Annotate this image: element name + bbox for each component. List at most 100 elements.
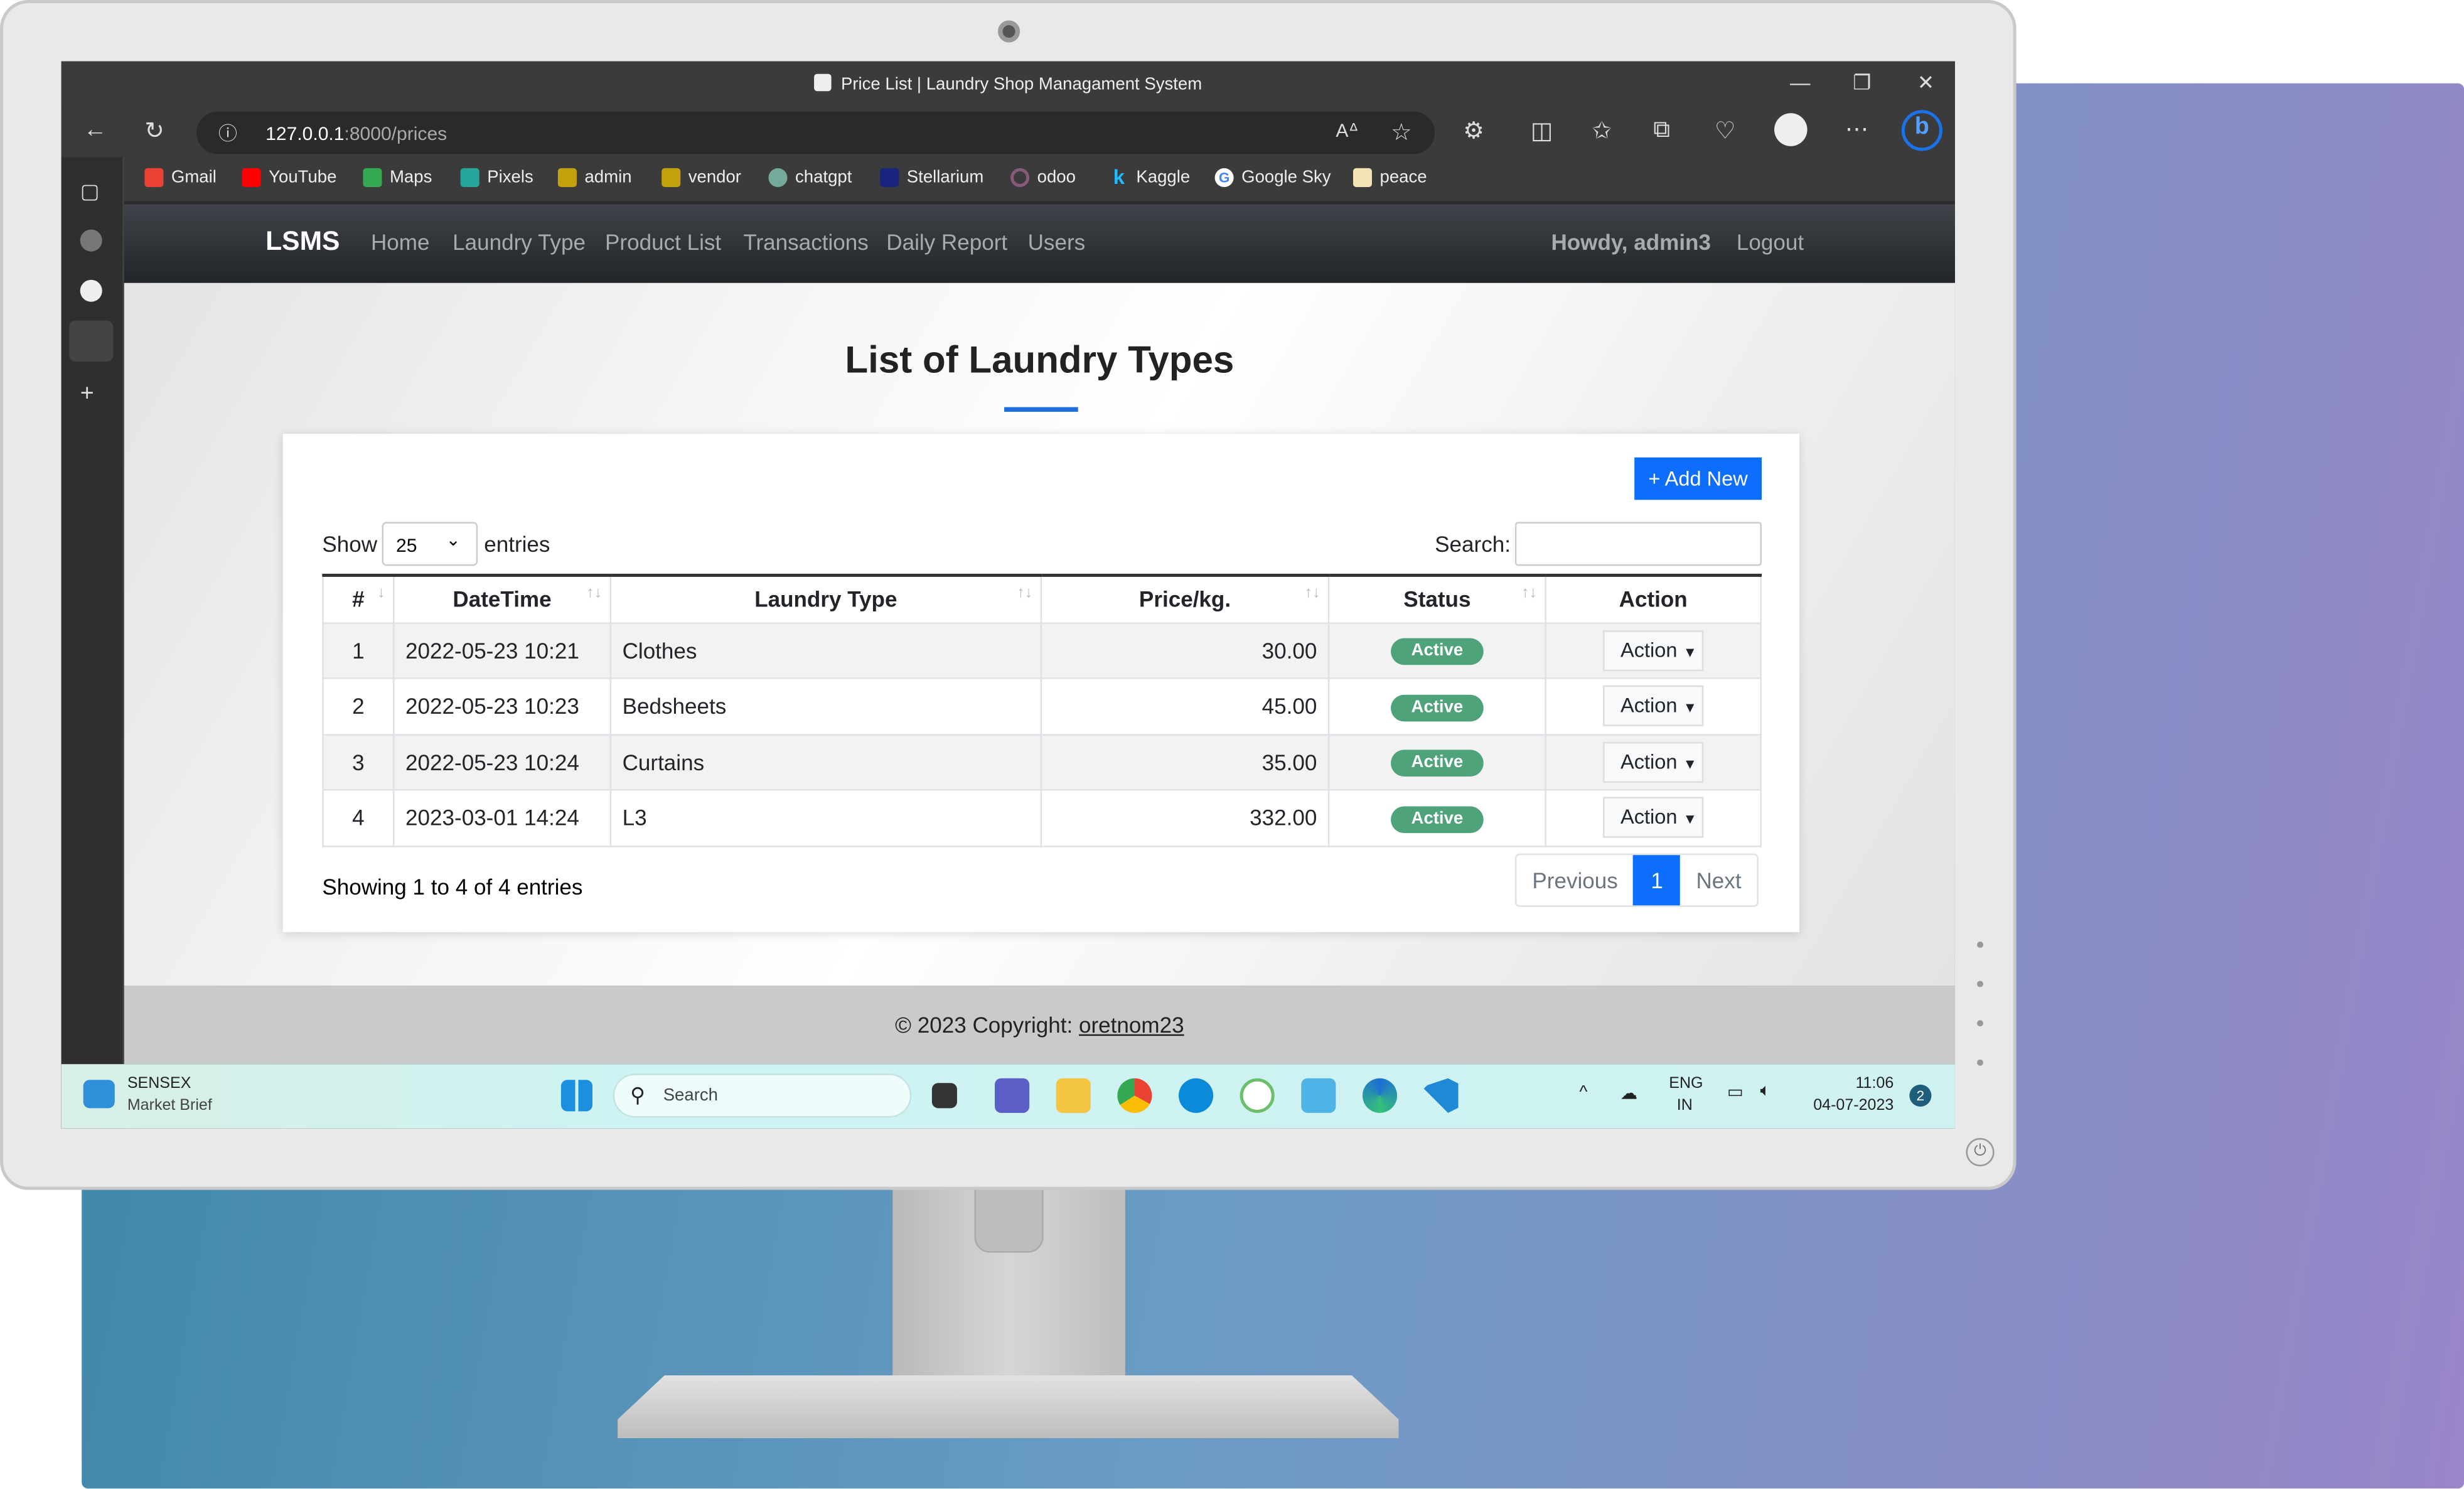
page-1-button[interactable]: 1: [1633, 855, 1681, 906]
tab-title: Price List | Laundry Shop Managament Sys…: [840, 75, 1203, 95]
back-icon[interactable]: ←: [83, 116, 107, 143]
action-dropdown-button[interactable]: Action ▼: [1603, 685, 1704, 727]
split-screen-icon[interactable]: ◫: [1531, 116, 1553, 145]
bookmark-odoo[interactable]: odoo: [1010, 168, 1076, 187]
display-icon[interactable]: ▭: [1727, 1082, 1744, 1102]
bookmark-chatgpt[interactable]: chatgpt: [768, 168, 852, 187]
bookmark-gmail[interactable]: Gmail: [144, 168, 217, 187]
col-laundry-type[interactable]: Laundry Type ↑↓: [609, 573, 1042, 623]
next-button[interactable]: Next: [1680, 855, 1757, 905]
bookmark-label: YouTube: [269, 168, 337, 187]
more-icon[interactable]: ⋯: [1845, 115, 1869, 143]
nav-product-list[interactable]: Product List: [605, 230, 721, 255]
chevron-up-icon[interactable]: ^: [1580, 1083, 1588, 1102]
power-icon[interactable]: ⏻: [1966, 1137, 1995, 1166]
outlook-icon[interactable]: [69, 320, 114, 362]
entries-select[interactable]: 25 ⌄: [382, 522, 478, 566]
info-icon[interactable]: ⓘ: [218, 119, 237, 146]
status-badge: Active: [1391, 638, 1484, 665]
cell-number: 3: [322, 733, 395, 791]
bookmark-maps[interactable]: Maps: [363, 168, 432, 187]
add-icon[interactable]: +: [80, 380, 94, 407]
region: IN: [1676, 1097, 1693, 1115]
notepad-icon[interactable]: [1301, 1078, 1336, 1113]
edge-icon[interactable]: [1362, 1078, 1398, 1113]
bookmark-kaggle[interactable]: k Kaggle: [1110, 166, 1190, 187]
stocks-widget-icon[interactable]: [83, 1080, 115, 1109]
previous-button[interactable]: Previous: [1516, 855, 1633, 905]
restore-icon[interactable]: ❐: [1853, 71, 1871, 96]
bookmark-label: chatgpt: [795, 168, 852, 187]
col-status[interactable]: Status ↑↓: [1327, 573, 1546, 623]
chrome-icon[interactable]: [1117, 1078, 1152, 1113]
cell-price: 332.00: [1040, 789, 1330, 847]
search-input[interactable]: [1514, 522, 1762, 566]
notification-badge[interactable]: 2: [1909, 1084, 1932, 1107]
vscode-icon[interactable]: [1423, 1078, 1459, 1113]
bookmark-label: odoo: [1037, 168, 1076, 187]
refresh-icon[interactable]: ↻: [144, 116, 164, 145]
health-icon[interactable]: ♡: [1715, 116, 1736, 145]
file-explorer-icon[interactable]: [1056, 1078, 1091, 1113]
brand[interactable]: LSMS: [265, 227, 340, 258]
cell-datetime: 2023-03-01 14:24: [393, 789, 612, 847]
header-label: DateTime: [453, 586, 552, 612]
star-icon[interactable]: ☆: [1391, 118, 1412, 146]
nav-transactions[interactable]: Transactions: [743, 230, 868, 255]
minimize-icon[interactable]: —: [1790, 71, 1811, 95]
nav-laundry-type[interactable]: Laundry Type: [453, 230, 586, 255]
bing-icon[interactable]: b: [1901, 110, 1942, 151]
cell-action: Action ▼: [1545, 789, 1762, 847]
col-datetime[interactable]: DateTime ↑↓: [393, 573, 612, 623]
close-icon[interactable]: ✕: [1917, 71, 1934, 96]
action-label: Action: [1620, 749, 1678, 773]
extensions-icon[interactable]: ⚙: [1463, 116, 1484, 145]
start-icon[interactable]: [560, 1080, 593, 1112]
bookmark-vendor[interactable]: vendor: [662, 168, 741, 187]
collections-icon[interactable]: ⧉: [1653, 116, 1670, 143]
task-view-icon[interactable]: [931, 1083, 957, 1109]
read-aloud-icon[interactable]: A͏ᐞ: [1336, 119, 1358, 141]
profile-icon[interactable]: [1774, 113, 1808, 146]
cell-price: 45.00: [1040, 677, 1330, 735]
add-new-button[interactable]: + Add New: [1634, 457, 1762, 500]
bookmark-google-sky[interactable]: G Google Sky: [1214, 168, 1331, 187]
skype-icon[interactable]: [1179, 1078, 1214, 1113]
bookmark-label: Maps: [389, 168, 432, 187]
col-price[interactable]: Price/kg. ↑↓: [1040, 573, 1330, 623]
teams-icon[interactable]: [995, 1078, 1030, 1113]
action-dropdown-button[interactable]: Action ▼: [1603, 630, 1704, 671]
action-dropdown-button[interactable]: Action ▼: [1603, 797, 1704, 839]
clock-date[interactable]: 04-07-2023: [1813, 1097, 1894, 1115]
favorites-icon[interactable]: ✩: [1592, 116, 1612, 145]
volume-icon[interactable]: 🔈︎: [1760, 1082, 1770, 1102]
nav-home[interactable]: Home: [371, 230, 430, 255]
language[interactable]: ENG: [1669, 1075, 1703, 1093]
action-dropdown-button[interactable]: Action ▼: [1603, 741, 1704, 783]
bookmark-stellarium[interactable]: Stellarium: [880, 168, 983, 187]
bookmark-youtube[interactable]: YouTube: [242, 168, 337, 187]
bookmarks-bar: Gmail YouTube Maps Pixels admin vendor c…: [124, 157, 1955, 202]
bookmark-pixels[interactable]: Pixels: [460, 168, 533, 187]
app-icon[interactable]: [80, 229, 102, 252]
nav-users[interactable]: Users: [1028, 230, 1086, 255]
logout-link[interactable]: Logout: [1737, 230, 1804, 255]
widget-title[interactable]: SENSEX: [127, 1075, 191, 1093]
app-icon[interactable]: [1240, 1078, 1275, 1113]
network-icon[interactable]: ☁: [1620, 1083, 1638, 1104]
clock-time[interactable]: 11:06: [1855, 1075, 1894, 1093]
taskbar-search[interactable]: ⚲ Search: [613, 1073, 912, 1118]
cell-price: 30.00: [1040, 621, 1330, 679]
bookmark-peace[interactable]: peace: [1353, 168, 1427, 187]
caret-down-icon: ▼: [1683, 811, 1697, 827]
edge-sidebar: ▢ +: [61, 157, 124, 1129]
bookmark-admin[interactable]: admin: [557, 168, 632, 187]
bookmark-label: vendor: [688, 168, 741, 187]
address-bar[interactable]: ⓘ 127.0.0.1:8000/prices A͏ᐞ ☆: [196, 111, 1435, 154]
col-number[interactable]: # ↓: [322, 573, 395, 623]
author-link[interactable]: oretnom23: [1079, 1013, 1184, 1038]
tabs-icon[interactable]: ▢: [80, 179, 100, 204]
skype-icon[interactable]: [80, 279, 102, 302]
entries-value: 25: [396, 534, 417, 557]
nav-daily-report[interactable]: Daily Report: [886, 230, 1007, 255]
